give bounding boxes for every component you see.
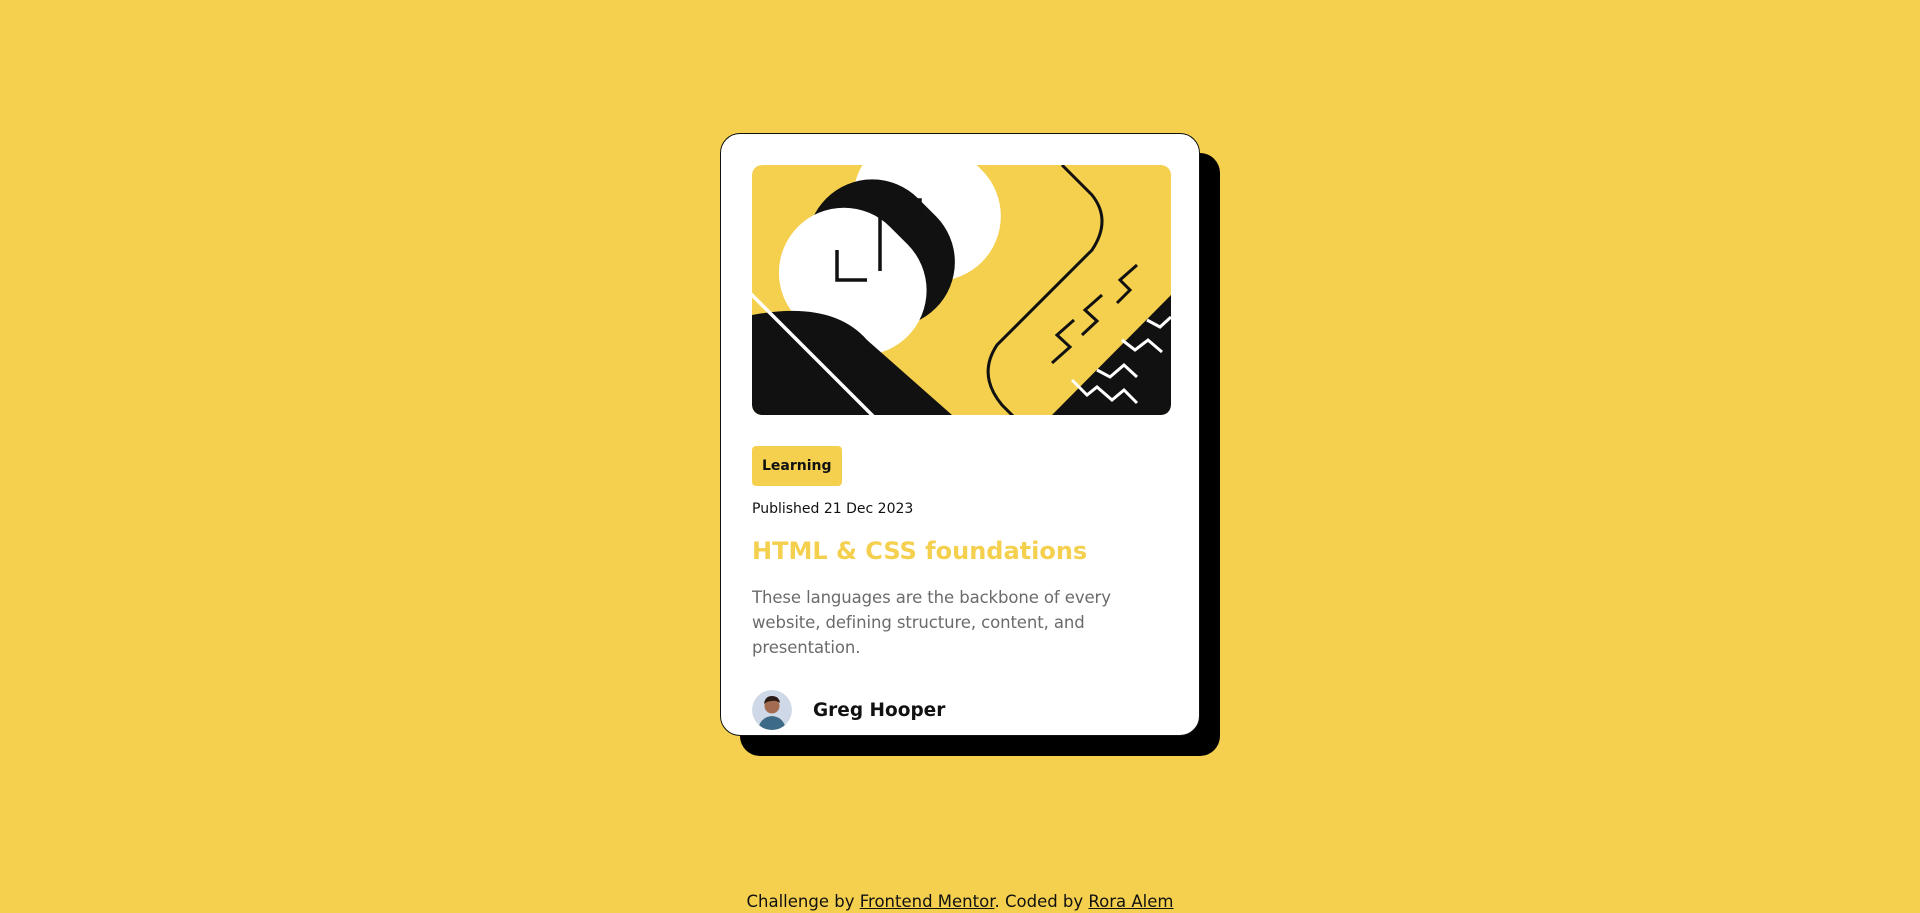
publish-date: Published 21 Dec 2023: [752, 501, 914, 517]
author-link[interactable]: Rora Alem: [1088, 892, 1173, 911]
attribution-middle: . Coded by: [994, 892, 1089, 911]
frontend-mentor-link[interactable]: Frontend Mentor: [860, 892, 995, 911]
attribution-footer: Challenge by Frontend Mentor. Coded by R…: [0, 892, 1920, 911]
author: Greg Hooper: [752, 690, 1168, 730]
card-title[interactable]: HTML & CSS foundations: [752, 536, 1168, 566]
avatar: [752, 690, 792, 730]
category-tag: Learning: [752, 446, 842, 486]
author-name: Greg Hooper: [813, 699, 946, 721]
hero-illustration: [752, 165, 1171, 415]
card-description: These languages are the backbone of ever…: [752, 588, 1111, 657]
attribution-prefix: Challenge by: [746, 892, 860, 911]
blog-preview-card: Learning Published 21 Dec 2023 HTML & CS…: [720, 133, 1200, 736]
